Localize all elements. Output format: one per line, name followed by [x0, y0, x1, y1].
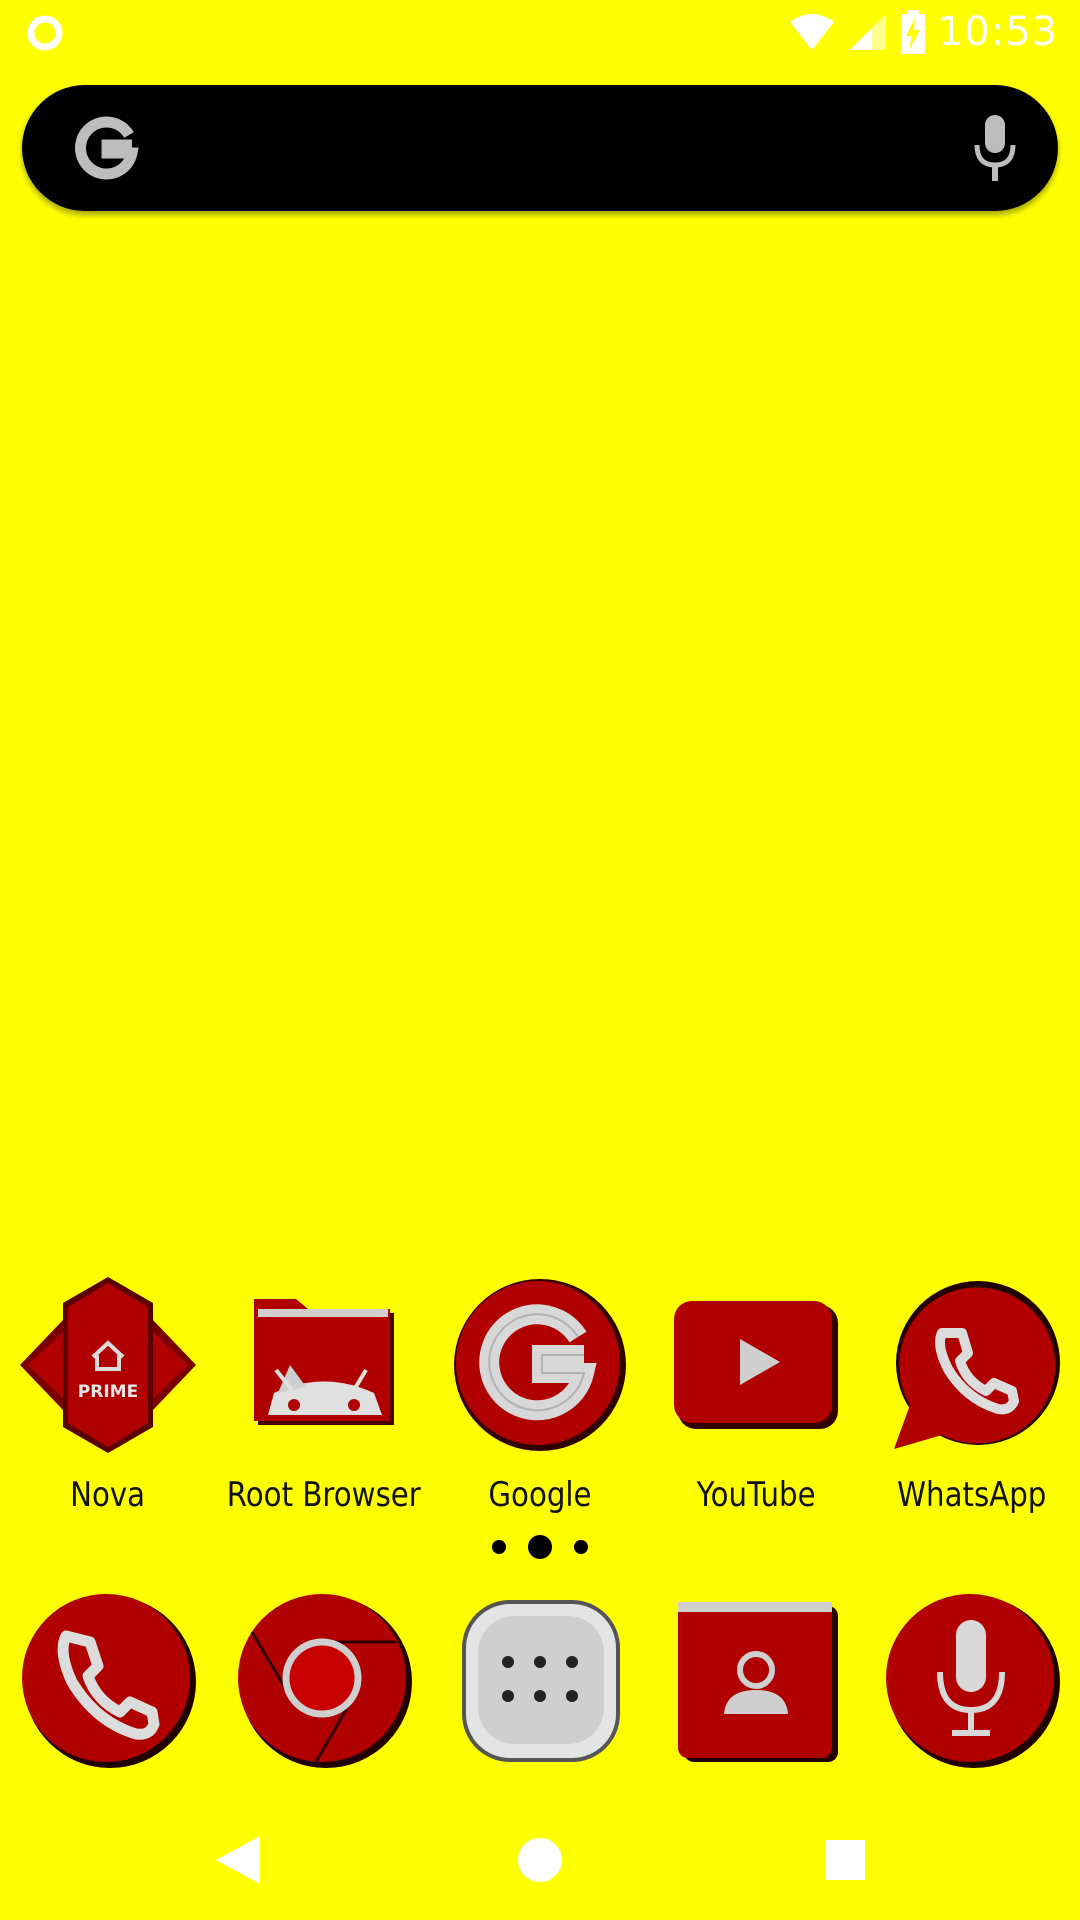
contacts-icon [678, 1602, 838, 1762]
home-icon[interactable] [510, 1830, 570, 1890]
dock-voice-recorder[interactable] [864, 1590, 1080, 1770]
dock-app-drawer[interactable] [432, 1590, 648, 1770]
recents-icon[interactable] [815, 1830, 875, 1890]
navigation-bar [0, 1810, 1080, 1900]
circle-notification-icon [27, 15, 63, 51]
dock-contacts[interactable] [648, 1590, 864, 1770]
app-label: YouTube [696, 1475, 816, 1515]
status-time: 10:53 [937, 9, 1058, 55]
page-dot [492, 1540, 506, 1554]
root-browser-icon [254, 1299, 394, 1425]
dock-phone[interactable] [0, 1590, 216, 1770]
status-bar: 10:53 [0, 0, 1080, 64]
app-label: Google [488, 1475, 592, 1515]
voice-recorder-icon [886, 1594, 1060, 1768]
app-nova[interactable]: PRIME Nova [0, 1275, 216, 1515]
google-g-icon [75, 116, 139, 180]
home-app-row: PRIME Nova Root Browser Google YouTube W… [0, 1275, 1080, 1515]
page-dot [574, 1540, 588, 1554]
page-indicator [0, 1532, 1080, 1562]
google-search-bar[interactable] [22, 85, 1058, 211]
dock [0, 1590, 1080, 1820]
dock-chrome[interactable] [216, 1590, 432, 1770]
app-whatsapp[interactable]: WhatsApp [864, 1275, 1080, 1515]
app-drawer-icon [462, 1600, 620, 1762]
youtube-icon [674, 1301, 838, 1429]
app-google[interactable]: Google [432, 1275, 648, 1515]
app-label: WhatsApp [897, 1475, 1047, 1515]
wifi-icon [789, 14, 834, 50]
cell-signal-icon [849, 14, 886, 50]
battery-charging-icon [900, 10, 925, 54]
back-icon[interactable] [206, 1830, 266, 1890]
app-label: Nova [70, 1475, 146, 1515]
google-icon [454, 1279, 626, 1451]
chrome-icon [238, 1594, 412, 1768]
mic-icon[interactable] [972, 115, 1018, 185]
app-label: Root Browser [226, 1475, 422, 1515]
app-youtube[interactable]: YouTube [648, 1275, 864, 1515]
whatsapp-icon [894, 1281, 1060, 1449]
phone-icon [22, 1594, 196, 1768]
app-root-browser[interactable]: Root Browser [216, 1275, 432, 1515]
nova-prime-text: PRIME [78, 1382, 138, 1402]
page-dot-active [528, 1535, 552, 1559]
status-right: 10:53 [788, 8, 1058, 56]
nova-prime-icon: PRIME [20, 1277, 196, 1453]
